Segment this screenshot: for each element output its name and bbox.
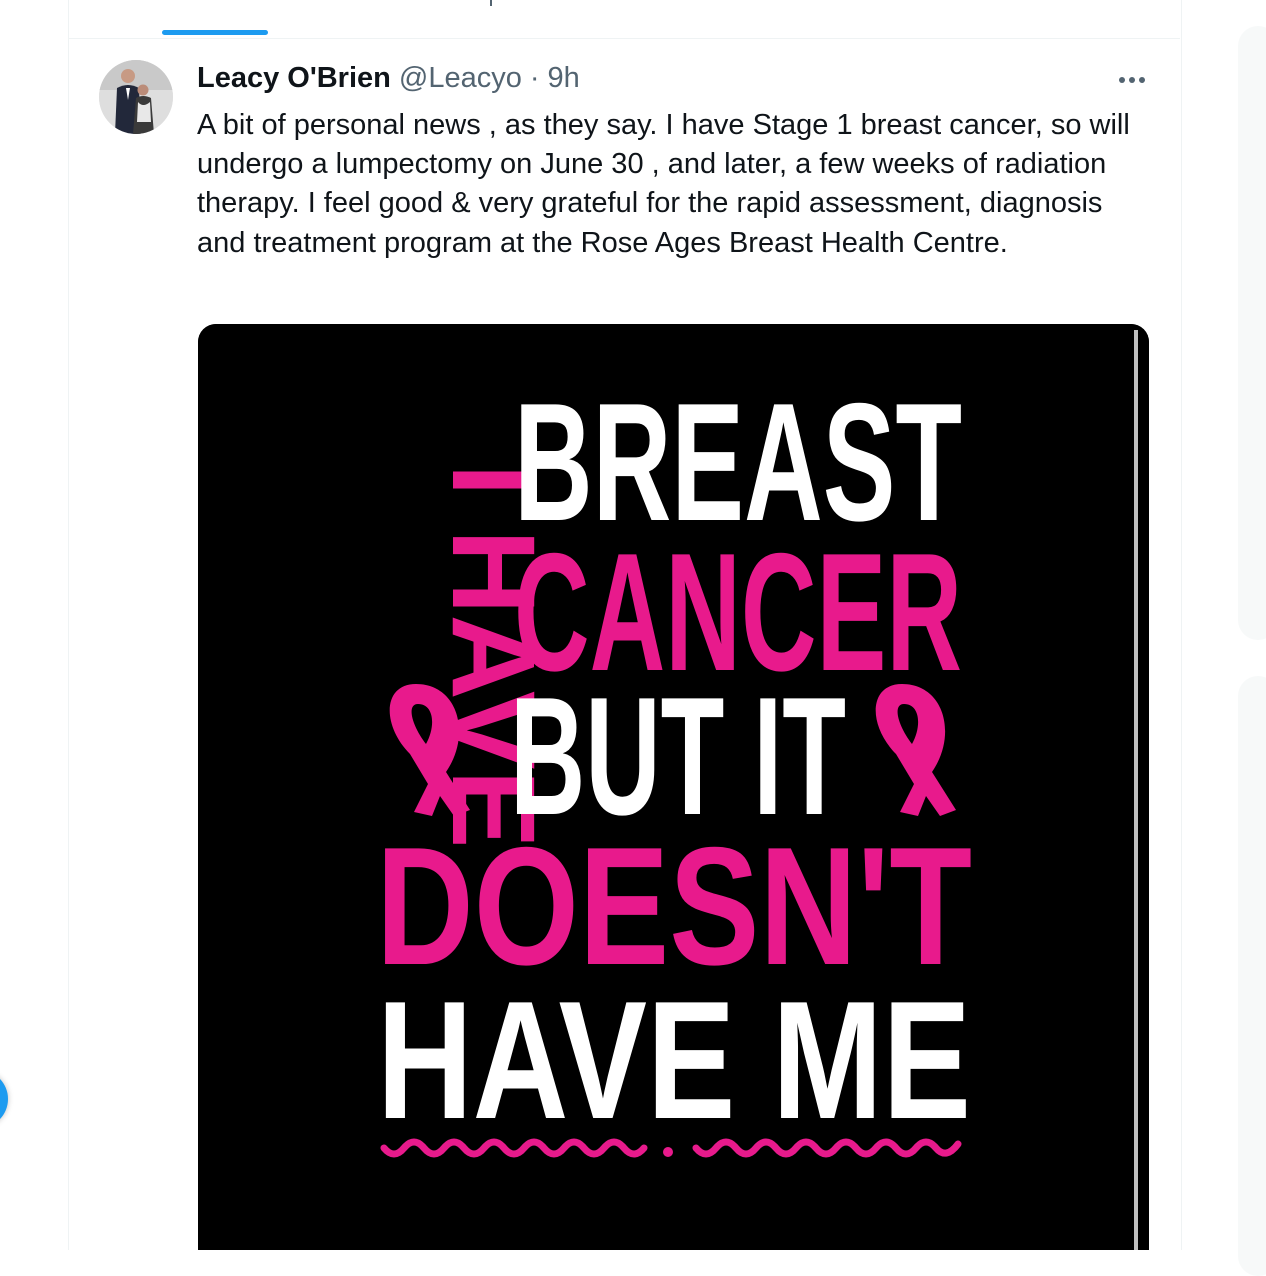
tab-divider-stub [490, 0, 492, 6]
more-dot [1129, 77, 1135, 83]
tabs-divider [68, 38, 1180, 39]
tweet-header: Leacy O'Brien @Leacyo · 9h [197, 62, 580, 100]
active-tab-indicator [162, 30, 268, 35]
more-dot [1119, 77, 1125, 83]
wave-dot [663, 1147, 673, 1157]
header-separator: · [529, 62, 540, 94]
floating-compose-button[interactable] [0, 1070, 8, 1128]
tweet-image[interactable]: I HAVE BREAST CANCER BUT IT DOESN'T HAVE… [198, 324, 1149, 1250]
more-dot [1139, 77, 1145, 83]
author-handle[interactable]: @Leacyo [399, 62, 522, 95]
tweet-timestamp[interactable]: 9h [548, 62, 580, 95]
sidebar-card-top [1238, 26, 1266, 640]
author-display-name[interactable]: Leacy O'Brien [197, 62, 391, 95]
sidebar-card-bottom [1238, 676, 1266, 1276]
more-options-icon[interactable] [1112, 66, 1152, 94]
image-text-line-5: HAVE ME [377, 966, 971, 1154]
avatar[interactable] [99, 60, 173, 134]
tweet-text: A bit of personal news , as they say. I … [197, 109, 1130, 259]
